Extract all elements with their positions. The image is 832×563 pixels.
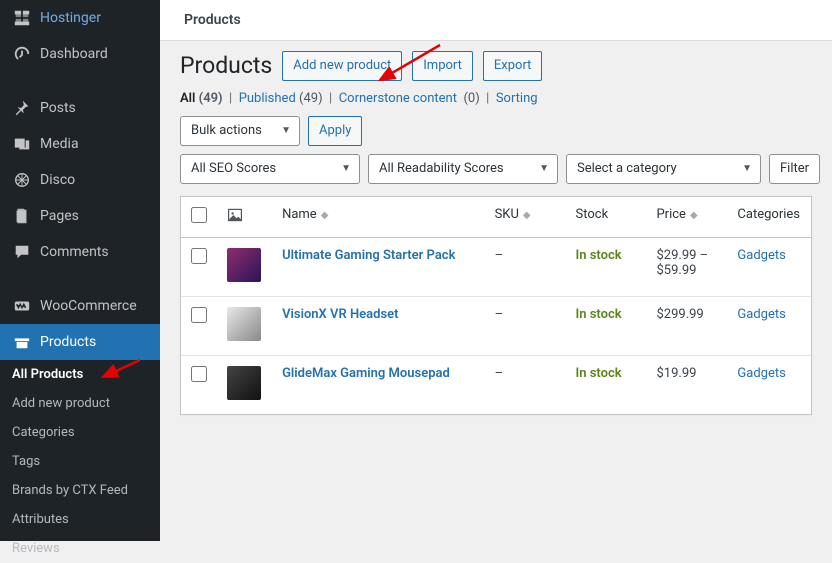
row-checkbox[interactable] bbox=[191, 248, 207, 264]
filter-selects-row: All SEO Scores▼ All Readability Scores▼ … bbox=[180, 154, 812, 184]
disco-icon bbox=[12, 170, 32, 190]
topbar-title: Products bbox=[184, 12, 808, 28]
product-name-link[interactable]: GlideMax Gaming Mousepad bbox=[282, 366, 450, 381]
sidebar-sub-tags[interactable]: Tags bbox=[0, 447, 160, 476]
comments-icon bbox=[12, 242, 32, 262]
content-area: Products Add new product Import Export A… bbox=[160, 41, 832, 430]
main-content: Products Products Add new product Import… bbox=[160, 0, 832, 541]
sidebar-item-woocommerce[interactable]: WooCommerce bbox=[0, 288, 160, 324]
hostinger-icon bbox=[12, 8, 32, 28]
sort-icon: ◆ bbox=[321, 210, 329, 221]
filter-sorting[interactable]: Sorting bbox=[496, 91, 538, 106]
column-stock[interactable]: Stock bbox=[566, 197, 647, 238]
filter-cornerstone[interactable]: Cornerstone content (0) bbox=[339, 91, 480, 106]
column-price[interactable]: Price◆ bbox=[646, 197, 727, 238]
sidebar-item-label: Pages bbox=[40, 208, 79, 224]
bulk-actions-row: Bulk actions▼ Apply bbox=[180, 116, 812, 146]
sidebar-item-label: WooCommerce bbox=[40, 298, 137, 314]
product-thumbnail[interactable] bbox=[227, 248, 261, 282]
readability-select[interactable]: All Readability Scores▼ bbox=[368, 154, 558, 184]
product-thumbnail[interactable] bbox=[227, 366, 261, 400]
sidebar-sub-categories[interactable]: Categories bbox=[0, 418, 160, 447]
sidebar-item-label: Posts bbox=[40, 100, 76, 116]
sidebar-item-label: Products bbox=[40, 334, 96, 350]
dashboard-icon bbox=[12, 44, 32, 64]
image-icon bbox=[227, 207, 243, 223]
export-button[interactable]: Export bbox=[483, 51, 543, 81]
sidebar-item-products[interactable]: Products bbox=[0, 324, 160, 360]
sidebar-item-hostinger[interactable]: Hostinger bbox=[0, 0, 160, 36]
pages-icon bbox=[12, 206, 32, 226]
product-category-link[interactable]: Gadgets bbox=[737, 366, 785, 381]
select-all-checkbox[interactable] bbox=[191, 207, 207, 223]
status-filter-links: All (49) | Published (49) | Cornerstone … bbox=[180, 91, 812, 106]
stock-status: In stock bbox=[576, 248, 622, 263]
sidebar-item-posts[interactable]: Posts bbox=[0, 90, 160, 126]
sidebar-sub-attributes[interactable]: Attributes bbox=[0, 505, 160, 534]
woocommerce-icon bbox=[12, 296, 32, 316]
filter-all[interactable]: All (49) bbox=[180, 91, 223, 106]
row-checkbox[interactable] bbox=[191, 307, 207, 323]
sidebar-sub-brands[interactable]: Brands by CTX Feed bbox=[0, 476, 160, 505]
sidebar-item-dashboard[interactable]: Dashboard bbox=[0, 36, 160, 72]
sidebar-sub-add-new[interactable]: Add new product bbox=[0, 389, 160, 418]
sort-icon: ◆ bbox=[523, 210, 531, 221]
sidebar-item-pages[interactable]: Pages bbox=[0, 198, 160, 234]
product-price: $19.99 bbox=[646, 355, 727, 414]
chevron-down-icon: ▼ bbox=[281, 125, 291, 136]
pin-icon bbox=[12, 98, 32, 118]
sidebar-item-label: Comments bbox=[40, 244, 109, 260]
row-checkbox[interactable] bbox=[191, 366, 207, 382]
product-category-link[interactable]: Gadgets bbox=[737, 248, 785, 263]
media-icon bbox=[12, 134, 32, 154]
seo-scores-select[interactable]: All SEO Scores▼ bbox=[180, 154, 360, 184]
products-table: Name◆ SKU◆ Stock Price◆ Categories Ultim… bbox=[180, 196, 812, 415]
sidebar-item-label: Dashboard bbox=[40, 46, 108, 62]
sidebar-item-media[interactable]: Media bbox=[0, 126, 160, 162]
filter-published[interactable]: Published (49) bbox=[239, 91, 323, 106]
sort-icon: ◆ bbox=[690, 210, 698, 221]
sidebar-item-label: Media bbox=[40, 136, 79, 152]
page-title: Products bbox=[180, 52, 272, 79]
topbar: Products bbox=[160, 0, 832, 41]
product-price: $299.99 bbox=[646, 296, 727, 355]
import-button[interactable]: Import bbox=[412, 51, 473, 81]
sidebar-item-label: Disco bbox=[40, 172, 75, 188]
chevron-down-icon: ▼ bbox=[539, 163, 549, 174]
column-name[interactable]: Name◆ bbox=[272, 197, 485, 238]
table-row: VisionX VR Headset – In stock $299.99 Ga… bbox=[181, 296, 811, 355]
apply-button[interactable]: Apply bbox=[308, 116, 362, 146]
product-category-link[interactable]: Gadgets bbox=[737, 307, 785, 322]
column-image[interactable] bbox=[217, 197, 272, 238]
chevron-down-icon: ▼ bbox=[742, 163, 752, 174]
product-price: $29.99 – $59.99 bbox=[646, 237, 727, 296]
product-sku: – bbox=[485, 237, 566, 296]
product-sku: – bbox=[485, 296, 566, 355]
sidebar-sub-reviews[interactable]: Reviews bbox=[0, 534, 160, 563]
category-select[interactable]: Select a category▼ bbox=[566, 154, 761, 184]
stock-status: In stock bbox=[576, 366, 622, 381]
sidebar-sub-all-products[interactable]: All Products bbox=[0, 360, 160, 389]
table-row: GlideMax Gaming Mousepad – In stock $19.… bbox=[181, 355, 811, 414]
column-sku[interactable]: SKU◆ bbox=[485, 197, 566, 238]
sidebar-item-disco[interactable]: Disco bbox=[0, 162, 160, 198]
product-name-link[interactable]: VisionX VR Headset bbox=[282, 307, 398, 322]
products-icon bbox=[12, 332, 32, 352]
stock-status: In stock bbox=[576, 307, 622, 322]
add-new-product-button[interactable]: Add new product bbox=[282, 51, 402, 81]
product-thumbnail[interactable] bbox=[227, 307, 261, 341]
sidebar-item-comments[interactable]: Comments bbox=[0, 234, 160, 270]
sidebar-item-label: Hostinger bbox=[40, 10, 101, 26]
product-sku: – bbox=[485, 355, 566, 414]
filter-button[interactable]: Filter bbox=[769, 154, 820, 184]
admin-sidebar: Hostinger Dashboard Posts Media Disco Pa… bbox=[0, 0, 160, 541]
chevron-down-icon: ▼ bbox=[341, 163, 351, 174]
bulk-actions-select[interactable]: Bulk actions▼ bbox=[180, 116, 300, 146]
column-categories[interactable]: Categories bbox=[727, 197, 811, 238]
page-header: Products Add new product Import Export bbox=[180, 51, 812, 81]
table-row: Ultimate Gaming Starter Pack – In stock … bbox=[181, 237, 811, 296]
product-name-link[interactable]: Ultimate Gaming Starter Pack bbox=[282, 248, 455, 263]
